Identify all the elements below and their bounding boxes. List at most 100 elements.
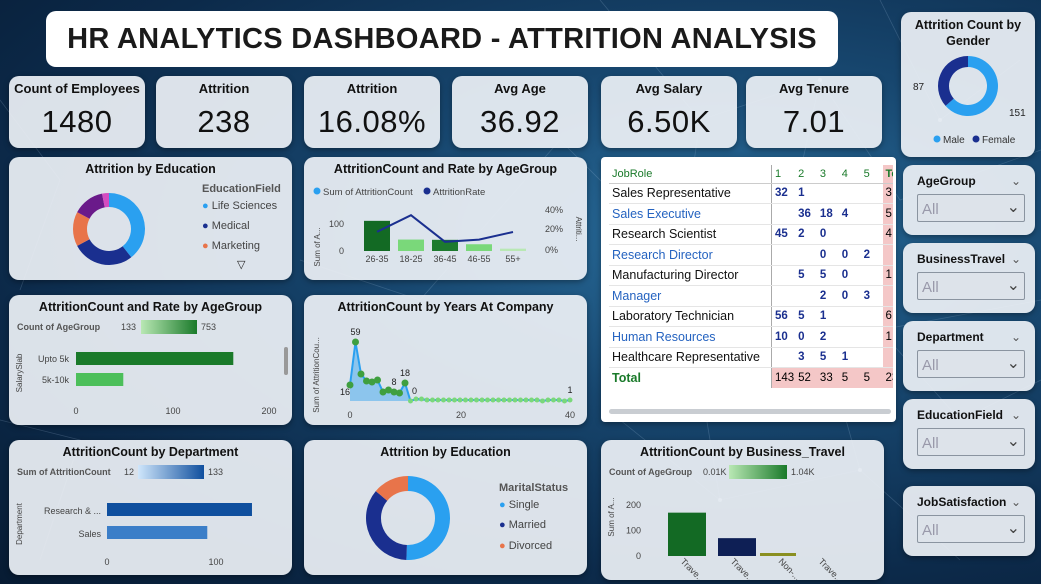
business-travel-card[interactable]: AttritionCount by Business_Travel Count … [601, 440, 884, 580]
years-point[interactable] [435, 397, 441, 403]
education-slice[interactable] [109, 193, 145, 258]
years-point[interactable] [479, 397, 485, 403]
years-point[interactable] [551, 397, 556, 403]
agegroup-bar[interactable] [466, 244, 492, 251]
years-point[interactable] [512, 397, 518, 403]
years-at-company-card[interactable]: AttritionCount by Years At Company Sum o… [304, 295, 587, 425]
column-header[interactable]: 3 [816, 165, 839, 184]
legend-item[interactable]: ● Single [499, 499, 539, 511]
travel-bar[interactable] [668, 512, 706, 556]
attrition-rate-line[interactable] [376, 214, 514, 243]
gender-card[interactable]: Attrition Count by Gender 87 151 Male Fe… [901, 12, 1035, 157]
table-row[interactable]: Research Director 0 0 2 [609, 244, 893, 266]
education-field-card[interactable]: Attrition by Education EducationField ● … [9, 157, 292, 280]
column-header[interactable]: 5 [860, 165, 883, 184]
slicer-jobsatisfaction[interactable]: JobSatisfaction ⌄ All ⌄ [903, 486, 1035, 556]
salaryslab-bar-chart[interactable]: Count of AgeGroup 133 753 SalarySlab Upt… [9, 317, 292, 425]
column-header[interactable]: 1 [770, 165, 796, 184]
years-point[interactable] [401, 379, 409, 387]
marital-slice[interactable] [366, 491, 407, 560]
years-point[interactable] [463, 397, 468, 403]
chevron-down-icon[interactable]: ⌄ [1011, 408, 1021, 422]
years-point[interactable] [523, 397, 529, 403]
department-bar-chart[interactable]: Sum of AttritionCount 12 133 Department … [9, 462, 292, 575]
marital-status-card[interactable]: Attrition by Education MaritalStatus ● S… [304, 440, 587, 575]
slicer-dropdown[interactable]: All ⌄ [917, 272, 1025, 300]
years-point[interactable] [419, 396, 424, 402]
legend-item[interactable]: ● Married [499, 519, 546, 531]
vertical-scrollbar[interactable] [284, 347, 288, 375]
legend-scroll-down-icon[interactable]: ▽ [237, 258, 245, 271]
column-header[interactable]: 4 [838, 165, 861, 184]
agegroup-bar[interactable] [500, 248, 526, 251]
slicer-dropdown[interactable]: All ⌄ [917, 515, 1025, 543]
years-point[interactable] [408, 398, 413, 404]
years-point[interactable] [441, 397, 446, 403]
chevron-down-icon[interactable]: ⌄ [1011, 330, 1021, 344]
years-point[interactable] [518, 397, 523, 403]
agegroup-combo-chart[interactable]: Sum of AttritionCount AttritionRate Sum … [304, 179, 587, 279]
marital-slice[interactable] [406, 476, 450, 560]
jobrole-matrix[interactable]: JobRole12345TotaSales Representative3213… [601, 157, 896, 422]
legend-item[interactable]: ● Life Sciences [202, 200, 277, 212]
travel-bar[interactable] [760, 553, 796, 556]
years-point[interactable] [485, 397, 490, 403]
years-point[interactable] [468, 397, 474, 403]
years-point[interactable] [452, 397, 457, 403]
travel-bar-chart[interactable]: Count of AgeGroup 0.01K 1.04K Sum of A..… [601, 462, 884, 580]
slicer-dropdown[interactable]: All ⌄ [917, 428, 1025, 456]
years-point[interactable] [374, 376, 381, 384]
marital-donut[interactable] [360, 470, 456, 566]
years-point[interactable] [457, 397, 463, 403]
years-point[interactable] [413, 396, 419, 402]
slicer-dropdown[interactable]: All ⌄ [917, 350, 1025, 378]
years-point[interactable] [357, 370, 365, 378]
slicer-educationfield[interactable]: EducationField ⌄ All ⌄ [903, 399, 1035, 469]
agegroup-rate-card[interactable]: AttritionCount and Rate by AgeGroup Sum … [304, 157, 587, 280]
department-card[interactable]: AttritionCount by Department Sum of Attr… [9, 440, 292, 575]
years-point[interactable] [562, 398, 567, 404]
table-row[interactable]: Sales Representative 32 1 3 [609, 183, 893, 204]
years-point[interactable] [534, 397, 540, 403]
slicer-dropdown[interactable]: All ⌄ [917, 194, 1025, 222]
years-point[interactable] [474, 397, 479, 403]
slicer-department[interactable]: Department ⌄ All ⌄ [903, 321, 1035, 391]
years-point[interactable] [430, 397, 435, 403]
years-line-chart[interactable]: Sum of AttritionCou... 59 16 18 8 0 1 0 20 40 [304, 317, 587, 425]
department-bar[interactable] [107, 503, 252, 516]
department-bar[interactable] [107, 526, 208, 539]
years-point[interactable] [529, 397, 534, 403]
gender-donut[interactable]: 87 151 Male Female [901, 52, 1035, 152]
table-row[interactable]: Healthcare Representative 3 5 1 [609, 347, 893, 368]
years-point[interactable] [501, 397, 507, 403]
agegroup-bar[interactable] [398, 239, 424, 251]
years-point[interactable] [567, 397, 573, 403]
years-point[interactable] [446, 397, 452, 403]
slicer-businesstravel[interactable]: BusinessTravel ⌄ All ⌄ [903, 243, 1035, 313]
years-point[interactable] [424, 397, 430, 403]
years-point[interactable] [496, 397, 501, 403]
gender-slice[interactable] [938, 56, 968, 106]
chevron-down-icon[interactable]: ⌄ [1011, 495, 1021, 509]
salaryslab-card[interactable]: AttritionCount and Rate by AgeGroup Coun… [9, 295, 292, 425]
table-row[interactable]: Manufacturing Director 5 5 0 1 [609, 265, 893, 286]
years-point[interactable] [507, 397, 512, 403]
legend-item[interactable]: ● Marketing [202, 240, 260, 252]
column-header[interactable]: 2 [795, 165, 817, 184]
education-slice[interactable] [77, 239, 132, 265]
horizontal-scrollbar[interactable] [609, 409, 891, 414]
years-point[interactable] [540, 398, 545, 404]
salary-bar[interactable] [76, 373, 124, 386]
table-row[interactable]: Manager 2 0 3 [609, 285, 893, 307]
table-row[interactable]: Laboratory Technician 56 5 1 6 [609, 306, 893, 327]
years-point[interactable] [352, 338, 359, 346]
table-row[interactable]: Research Scientist 45 2 0 4 [609, 224, 893, 245]
years-point[interactable] [490, 397, 496, 403]
years-point[interactable] [556, 397, 562, 403]
table-row[interactable]: Human Resources 10 0 2 1 [609, 326, 893, 348]
travel-bar[interactable] [718, 538, 756, 556]
legend-item[interactable]: ● Divorced [499, 540, 552, 552]
education-field-donut[interactable] [64, 184, 154, 274]
chevron-down-icon[interactable]: ⌄ [1011, 252, 1021, 266]
column-header[interactable]: Tota [882, 165, 893, 184]
